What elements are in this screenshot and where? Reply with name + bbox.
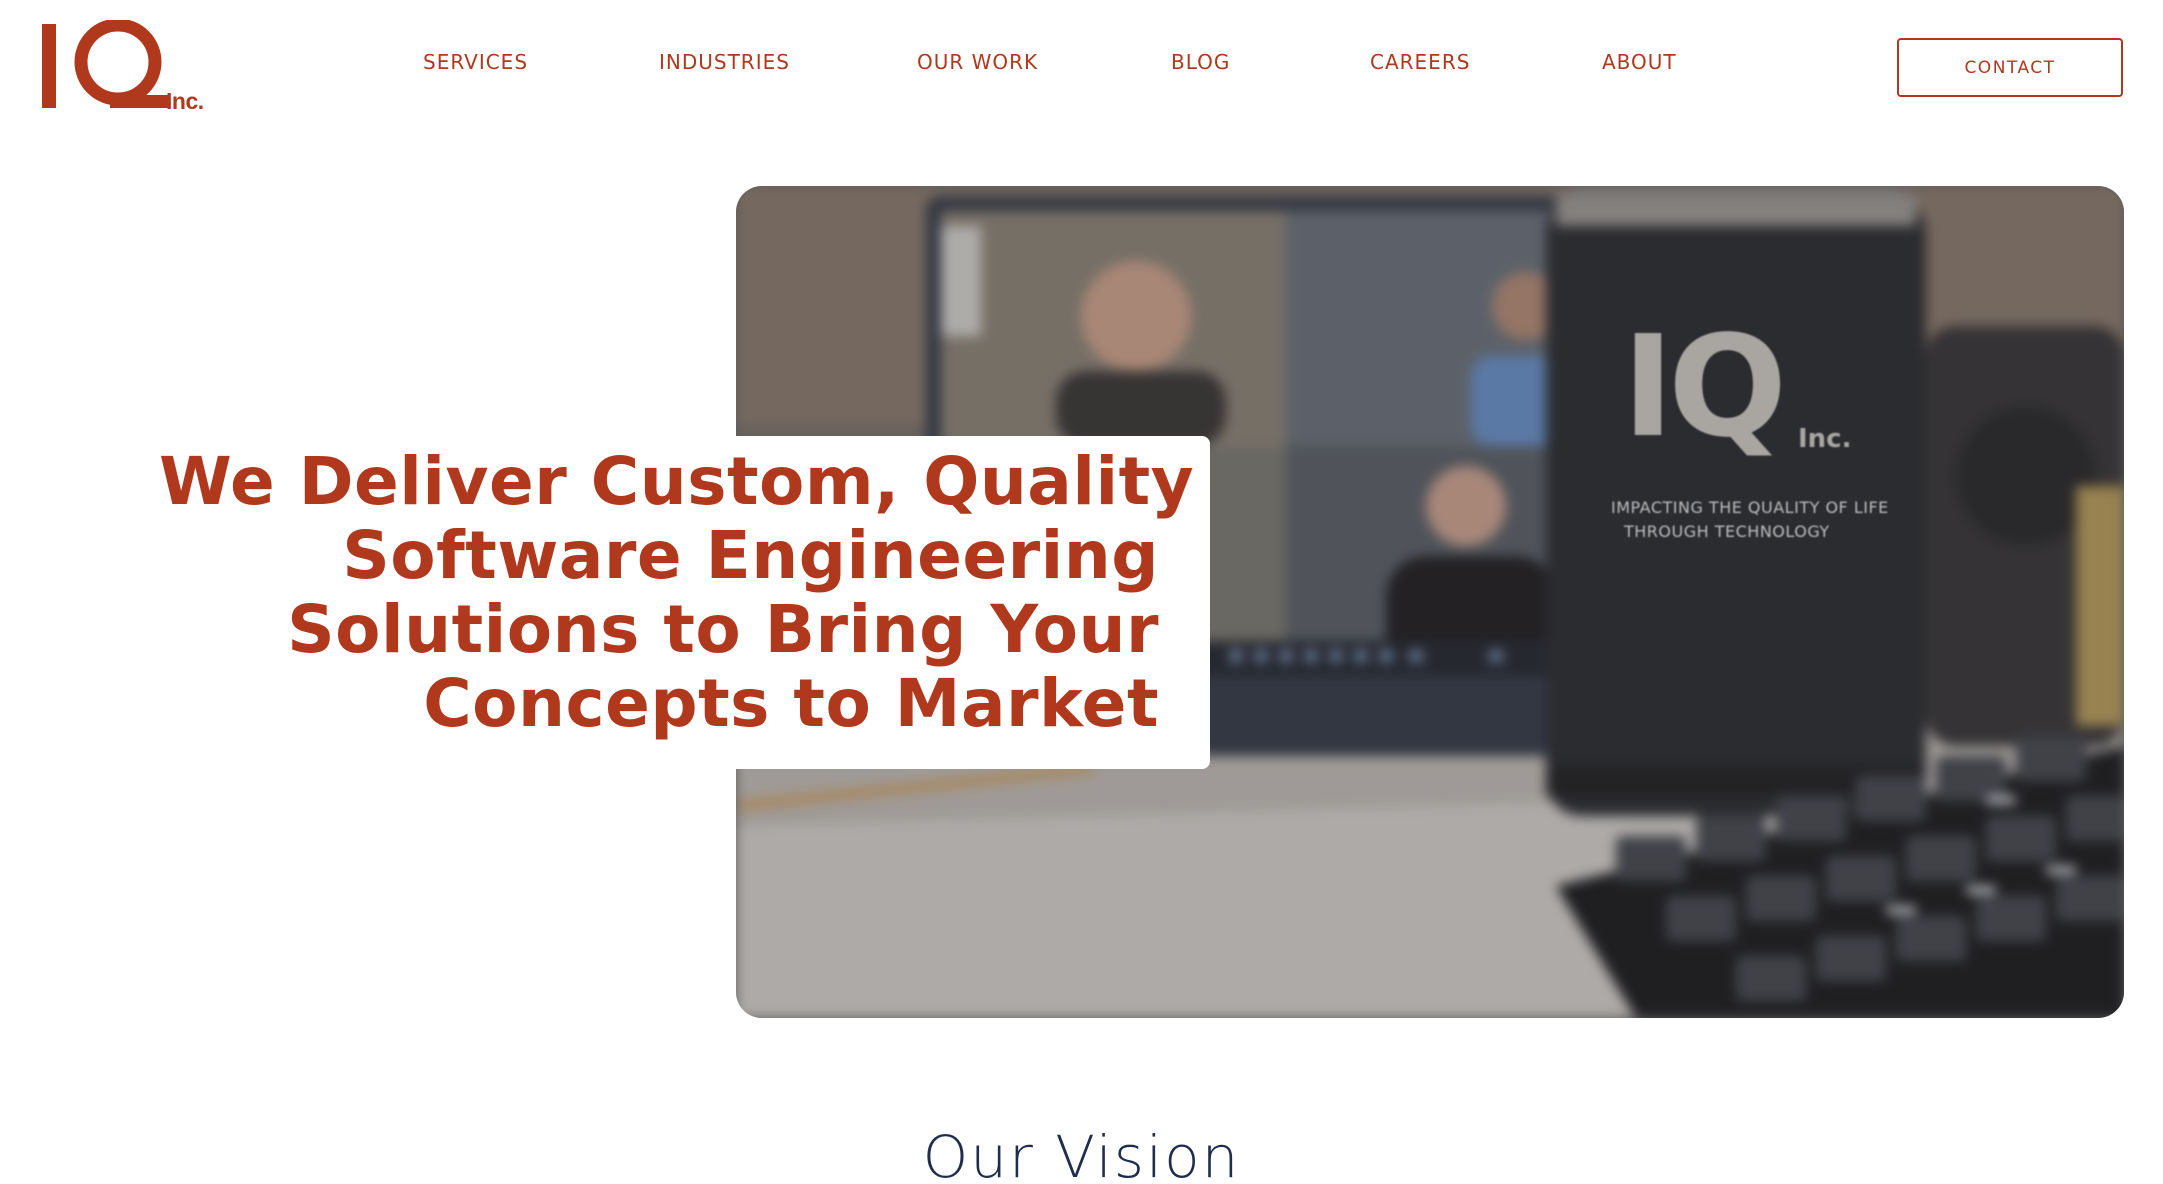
main-nav: SERVICES INDUSTRIES OUR WORK BLOG CAREER… <box>0 50 2163 82</box>
hero-heading: We Deliver Custom, Quality Software Engi… <box>159 443 1195 742</box>
hero-heading-line: Concepts to Market <box>423 665 1159 742</box>
mug-tagline-line-1: IMPACTING THE QUALITY OF LIFE <box>1611 498 1889 517</box>
mug-logo: IQ <box>1622 306 1787 469</box>
mug-tagline-line-2: THROUGH TECHNOLOGY <box>1624 522 1830 541</box>
hero-heading-line: We Deliver Custom, Quality <box>159 443 1195 520</box>
nav-item-blog[interactable]: BLOG <box>1171 50 1230 74</box>
contact-button[interactable]: CONTACT <box>1897 38 2123 97</box>
nav-item-about[interactable]: ABOUT <box>1602 50 1677 74</box>
mug-logo-suffix: Inc. <box>1798 424 1852 454</box>
hero-heading-line: Software Engineering <box>342 517 1159 594</box>
nav-item-services[interactable]: SERVICES <box>423 50 528 74</box>
site-header: Inc. SERVICES INDUSTRIES OUR WORK BLOG C… <box>0 0 2163 140</box>
nav-item-careers[interactable]: CAREERS <box>1370 50 1470 74</box>
nav-item-our-work[interactable]: OUR WORK <box>917 50 1038 74</box>
vision-section-title: Our Vision <box>922 1123 1241 1184</box>
nav-item-industries[interactable]: INDUSTRIES <box>659 50 790 74</box>
logo-suffix: Inc. <box>166 88 204 114</box>
hero-heading-line: Solutions to Bring Your <box>287 591 1159 668</box>
